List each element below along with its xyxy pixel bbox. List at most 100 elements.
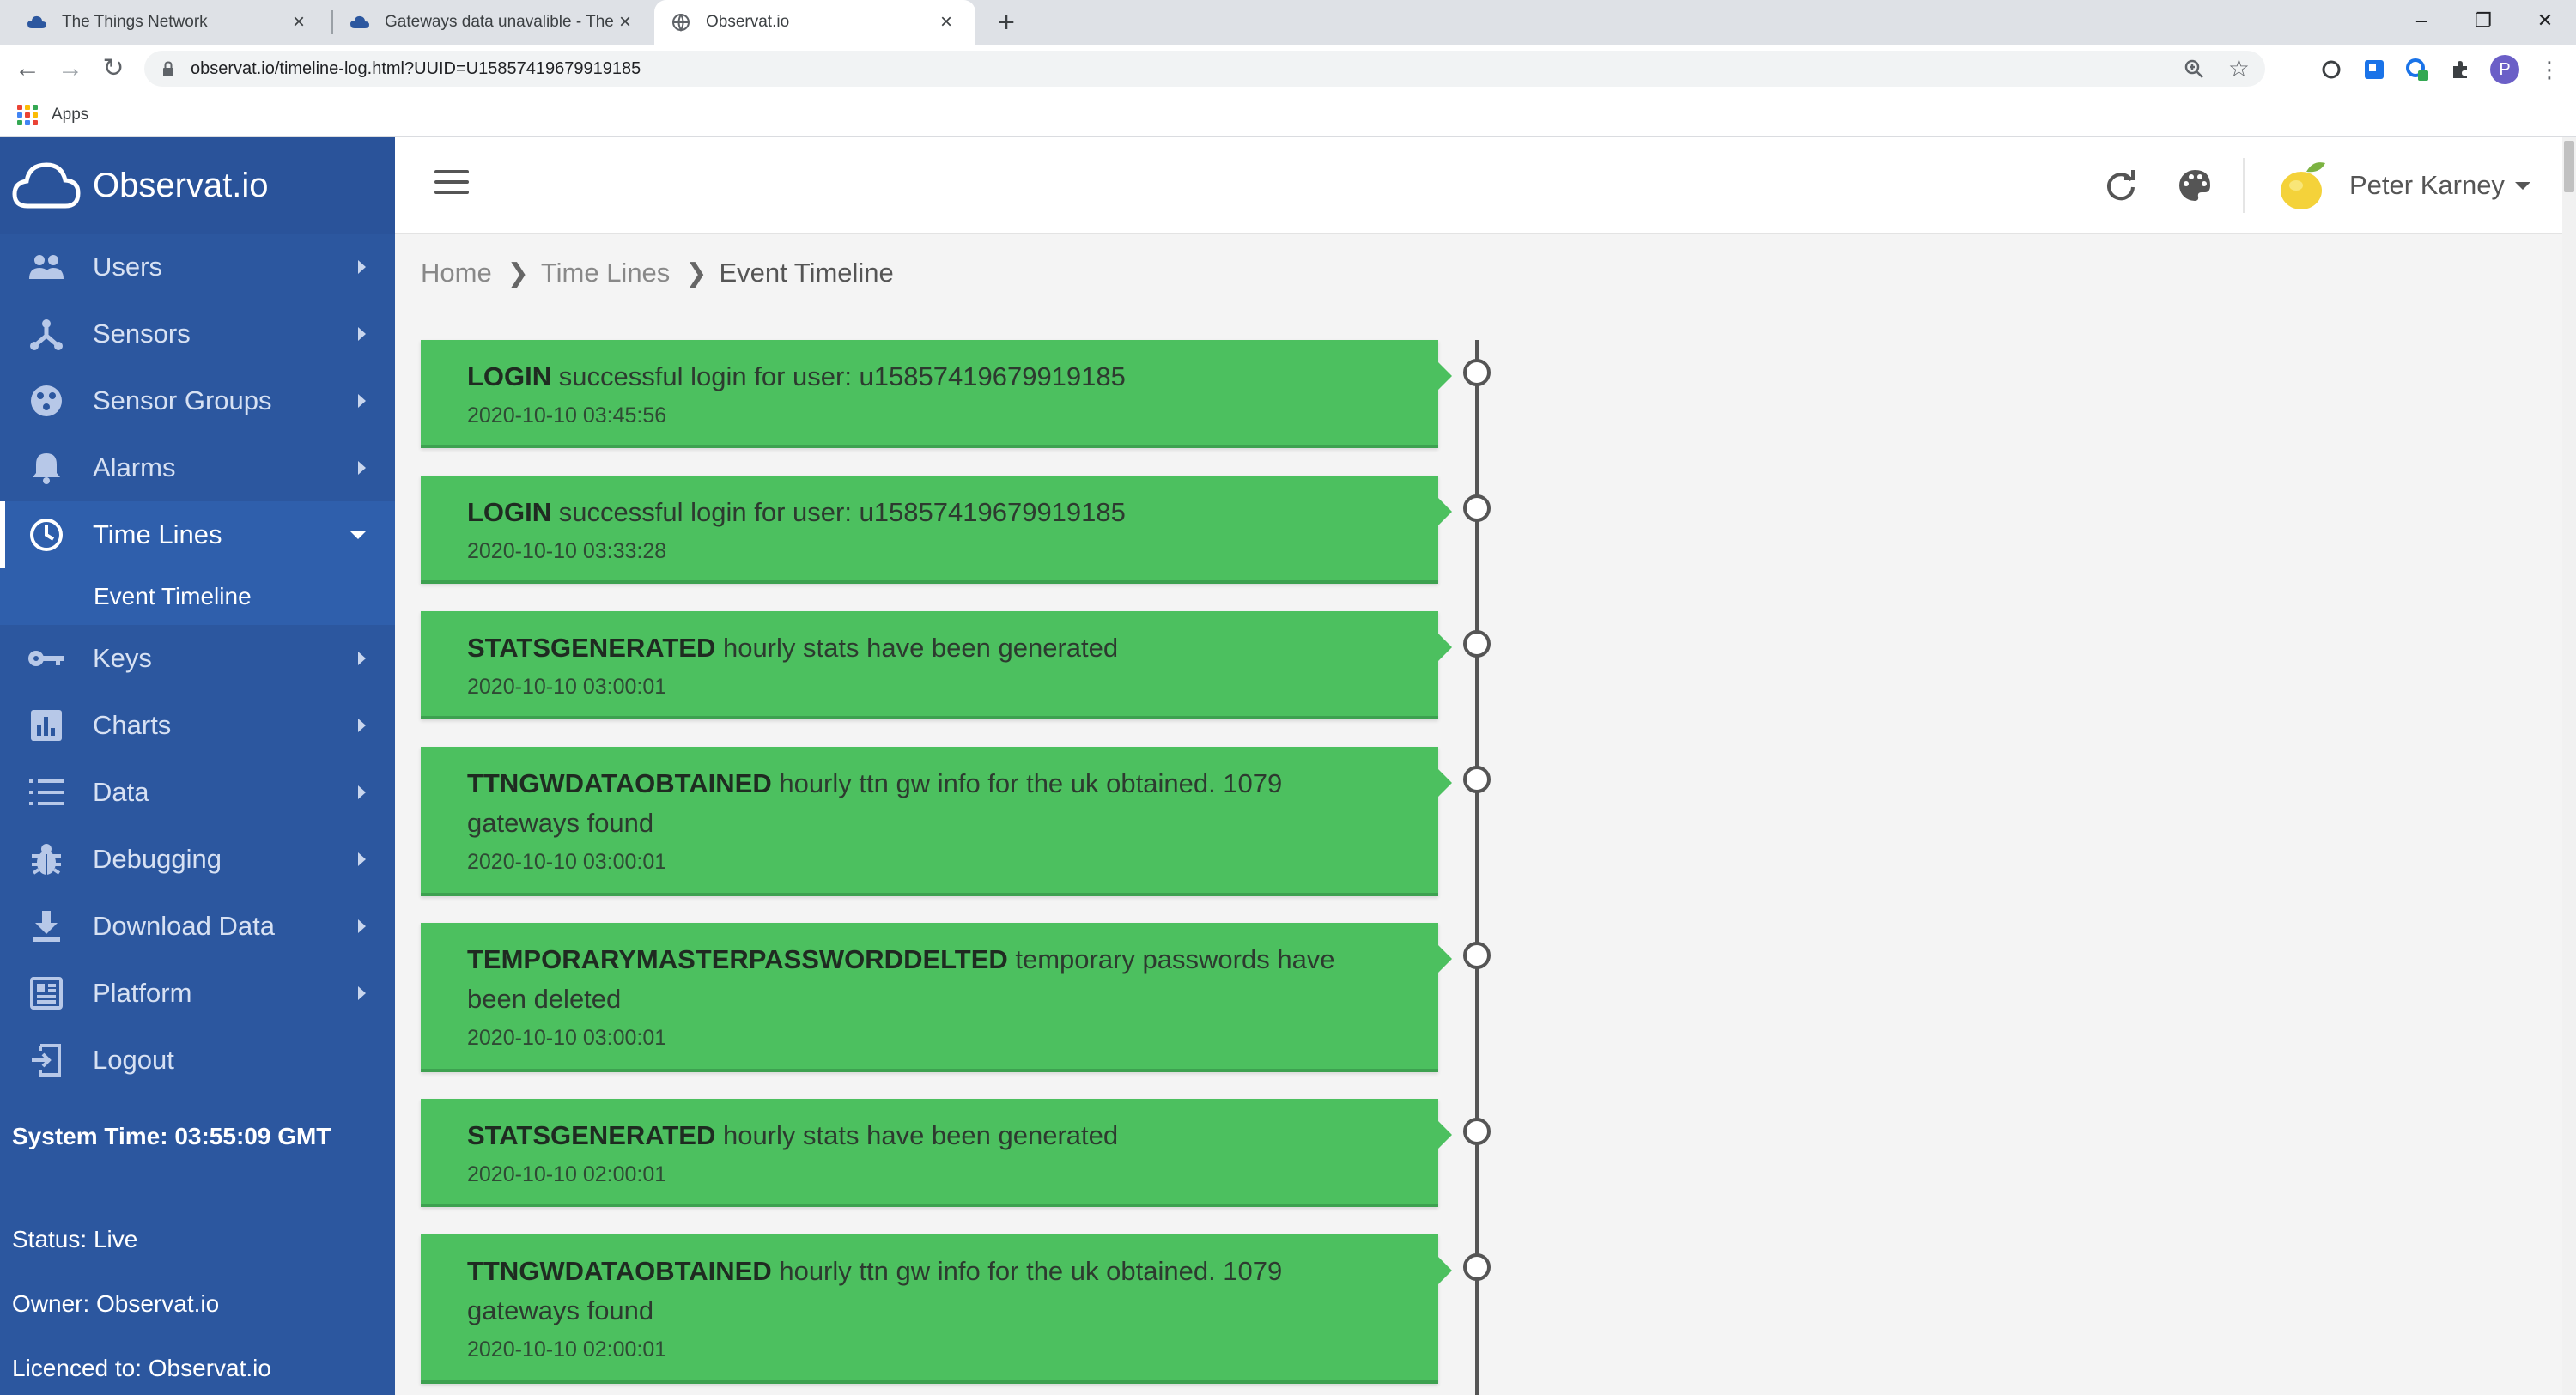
event-type: TTNGWDATAOBTAINED (467, 1256, 772, 1286)
browser-tab-things-network[interactable]: The Things Network × (10, 0, 328, 45)
event-timestamp: 2020-10-10 03:00:01 (467, 675, 667, 699)
sidebar-item-time-lines[interactable]: Time Lines (0, 501, 395, 568)
timeline-dot (1463, 1253, 1491, 1281)
browser-menu-icon[interactable]: ⋮ (2537, 57, 2562, 82)
browser-tab-observatio[interactable]: Observat.io × (654, 0, 975, 45)
sidebar-item-label: Users (93, 252, 162, 282)
chevron-right-icon: ❯ (685, 258, 708, 288)
minimize-window-icon[interactable]: – (2403, 5, 2440, 36)
sidebar-item-label: Sensor Groups (93, 385, 272, 415)
extension-sync-icon[interactable] (2404, 57, 2430, 82)
extensions-puzzle-icon[interactable] (2447, 57, 2473, 82)
timeline-event[interactable]: STATSGENERATED hourly stats have been ge… (421, 1099, 1452, 1207)
sidebar-item-users[interactable]: Users (0, 234, 395, 300)
timeline-event[interactable]: STATSGENERATED hourly stats have been ge… (421, 611, 1452, 719)
apps-grid-icon[interactable] (17, 104, 38, 125)
chevron-right-icon (358, 327, 366, 341)
sidebar-item-download-data[interactable]: Download Data (0, 893, 395, 960)
sidebar-item-label: Download Data (93, 911, 275, 941)
sidebar-item-alarms[interactable]: Alarms (0, 434, 395, 501)
forward-arrow-icon[interactable]: → (55, 53, 86, 84)
brand[interactable]: Observat.io (0, 137, 395, 234)
lock-icon (163, 61, 173, 76)
sensors-icon (27, 315, 65, 353)
sidebar-item-keys[interactable]: Keys (0, 625, 395, 692)
zoom-icon[interactable] (2183, 58, 2205, 80)
new-tab-button[interactable]: + (989, 5, 1024, 39)
back-arrow-icon[interactable]: ← (12, 53, 43, 84)
event-message: hourly stats have been generated (715, 633, 1119, 663)
event-timestamp: 2020-10-10 02:00:01 (467, 1337, 667, 1362)
profile-avatar[interactable]: P (2490, 55, 2519, 84)
event-message: successful login for user: u158574196799… (551, 497, 1126, 527)
timeline-event[interactable]: TTNGWDATAOBTAINED hourly ttn gw info for… (421, 1234, 1452, 1384)
brand-name: Observat.io (93, 166, 269, 204)
top-navbar: Peter Karney (395, 137, 2562, 234)
platform-icon (27, 974, 65, 1012)
user-menu[interactable]: Peter Karney (2275, 156, 2530, 215)
sidebar-item-label: Sensors (93, 318, 191, 349)
navbar-divider (2243, 158, 2245, 213)
users-icon (27, 248, 65, 286)
event-pointer (1438, 945, 1452, 973)
timeline-event[interactable]: LOGIN successful login for user: u158574… (421, 340, 1452, 448)
chevron-right-icon (358, 852, 366, 866)
sidebar-item-platform[interactable]: Platform (0, 960, 395, 1027)
chevron-right-icon (358, 986, 366, 1000)
hamburger-menu-icon[interactable] (434, 170, 469, 201)
sidebar-item-sensors[interactable]: Sensors (0, 300, 395, 367)
cloud-logo-icon (12, 162, 81, 209)
timeline-event[interactable]: LOGIN successful login for user: u158574… (421, 476, 1452, 584)
close-window-icon[interactable]: ✕ (2526, 5, 2564, 36)
event-pointer (1438, 498, 1452, 525)
system-owner: Owner: Observat.io (12, 1290, 220, 1317)
browser-tab-gateways[interactable]: Gateways data unavalible - The T × (333, 0, 654, 45)
timeline-dot (1463, 942, 1491, 969)
event-type: TEMPORARYMASTERPASSWORDDELTED (467, 944, 1008, 974)
refresh-icon[interactable] (2102, 167, 2140, 204)
scrollbar-thumb[interactable] (2564, 141, 2574, 192)
sidebar-item-data[interactable]: Data (0, 759, 395, 826)
chevron-right-icon (358, 394, 366, 408)
sidebar-item-label: Debugging (93, 844, 222, 874)
cloud-favicon-icon (27, 13, 46, 32)
lemon-avatar-icon (2281, 162, 2325, 209)
chevron-right-icon (358, 652, 366, 665)
close-tab-icon[interactable]: × (287, 10, 311, 34)
breadcrumb-home[interactable]: Home (421, 258, 492, 288)
close-tab-icon[interactable]: × (613, 10, 637, 34)
extension-circle-icon[interactable] (2318, 57, 2344, 82)
bookmark-star-icon[interactable]: ☆ (2228, 54, 2250, 83)
event-pointer (1438, 362, 1452, 390)
sidebar-item-logout[interactable]: Logout (0, 1027, 395, 1094)
extension-square-icon[interactable] (2361, 57, 2387, 82)
sidebar-item-label: Alarms (93, 452, 176, 482)
restore-window-icon[interactable]: ❐ (2464, 5, 2502, 36)
event-message: hourly stats have been generated (715, 1120, 1119, 1150)
download-icon (27, 907, 65, 945)
sidebar-subitem-event-timeline[interactable]: Event Timeline (0, 568, 395, 625)
breadcrumb-time-lines[interactable]: Time Lines (541, 258, 670, 288)
timeline-event[interactable]: TEMPORARYMASTERPASSWORDDELTED temporary … (421, 923, 1452, 1072)
timeline-event[interactable]: TTNGWDATAOBTAINED hourly ttn gw info for… (421, 747, 1452, 896)
page-scrollbar[interactable] (2562, 137, 2576, 1395)
sidebar-item-charts[interactable]: Charts (0, 692, 395, 759)
event-timestamp: 2020-10-10 02:00:01 (467, 1162, 667, 1186)
event-type: STATSGENERATED (467, 633, 716, 663)
reload-icon[interactable]: ↻ (98, 53, 129, 84)
timeline-dot (1463, 1118, 1491, 1145)
palette-icon[interactable] (2176, 167, 2214, 204)
event-type: TTNGWDATAOBTAINED (467, 768, 772, 798)
chevron-right-icon (358, 719, 366, 732)
sidebar-item-label: Keys (93, 643, 152, 673)
event-message: successful login for user: u158574196799… (551, 361, 1126, 391)
sensor-groups-icon (27, 382, 65, 420)
sidebar-item-debugging[interactable]: Debugging (0, 826, 395, 893)
event-pointer (1438, 634, 1452, 661)
event-timestamp: 2020-10-10 03:00:01 (467, 1026, 667, 1050)
close-tab-icon[interactable]: × (934, 10, 958, 34)
key-icon (27, 640, 65, 677)
sidebar-item-sensor-groups[interactable]: Sensor Groups (0, 367, 395, 434)
address-bar[interactable]: observat.io/timeline-log.html?UUID=U1585… (144, 51, 2265, 87)
apps-bookmark[interactable]: Apps (52, 106, 88, 124)
